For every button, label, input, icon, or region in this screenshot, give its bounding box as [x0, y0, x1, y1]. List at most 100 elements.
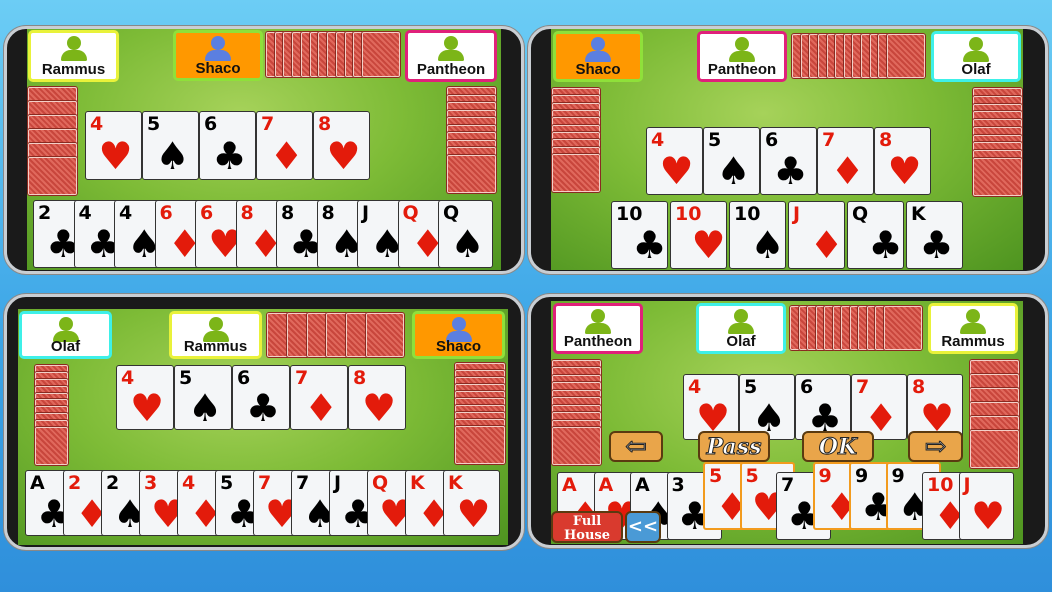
table-card[interactable]: 6 ♣	[232, 365, 290, 430]
player-badge-pantheon: Pantheon	[405, 30, 497, 82]
avatar-head	[58, 317, 73, 331]
table-card[interactable]: 4 ♥	[116, 365, 174, 430]
card-rank: 10	[675, 203, 702, 225]
hand-card[interactable]: Q ♣	[847, 201, 904, 269]
heart-suit-icon: ♥	[130, 386, 165, 430]
rewind-button[interactable]: <<	[625, 511, 661, 543]
player-badge-shaco: Shaco	[173, 30, 263, 81]
opponent-card-backs	[884, 306, 922, 350]
table-card[interactable]: 7 ♦	[256, 111, 313, 180]
card-rank: 2	[68, 472, 82, 494]
hand-card[interactable]: Q ♠	[438, 200, 493, 268]
player-name: Olaf	[50, 338, 81, 355]
table-card[interactable]: 4 ♥	[85, 111, 142, 180]
avatar-icon	[60, 36, 88, 64]
player-name: Rammus	[41, 61, 106, 78]
card-rank: 6	[204, 113, 218, 135]
player-name: Shaco	[575, 61, 621, 78]
right-opponent-card-stack	[455, 426, 505, 464]
table-card[interactable]: 4 ♥	[646, 127, 703, 195]
hand-card[interactable]: 10 ♠	[729, 201, 786, 269]
card-rank: 9	[891, 465, 905, 487]
avatar-head	[211, 36, 225, 50]
card-rank: 10	[927, 474, 954, 496]
player-badge-olaf: Olaf	[696, 303, 786, 354]
card-rank: Q	[372, 472, 389, 494]
hand-card[interactable]: J ♦	[788, 201, 845, 269]
card-rank: 7	[261, 113, 275, 135]
player-badge-shaco: Shaco	[553, 31, 643, 82]
avatar-head	[591, 309, 605, 323]
card-rank: 5	[708, 129, 722, 151]
ok-button[interactable]: OK	[802, 431, 874, 462]
player-name: Shaco	[195, 60, 241, 77]
avatar-head	[444, 36, 458, 50]
card-rank: J	[793, 203, 801, 225]
table-card[interactable]: 7 ♦	[290, 365, 348, 430]
spade-suit-icon: ♠	[155, 133, 190, 178]
card-rank: 8	[321, 202, 335, 224]
hand-card[interactable]: 10 ♥	[670, 201, 727, 269]
card-rank: A	[598, 474, 614, 496]
full-house-button[interactable]: Full House	[551, 511, 623, 543]
card-rank: 2	[38, 202, 52, 224]
card-rank: J	[963, 474, 971, 496]
next-arrow-button[interactable]: ⇨	[908, 431, 963, 462]
card-rank: 4	[651, 129, 665, 151]
diamond-suit-icon: ♦	[304, 386, 339, 430]
table-card[interactable]: 7 ♦	[817, 127, 874, 195]
table-card[interactable]: 5 ♠	[142, 111, 199, 180]
avatar-head	[208, 317, 223, 331]
card-rank: 4	[90, 113, 104, 135]
spade-suit-icon: ♠	[450, 222, 485, 267]
card-rank: Q	[852, 203, 869, 225]
left-opponent-card-stack	[552, 154, 600, 192]
club-suit-icon: ♣	[632, 223, 667, 268]
diamond-suit-icon: ♦	[809, 223, 844, 268]
opponent-card-backs	[306, 313, 329, 357]
player-name: Rammus	[183, 338, 248, 355]
table-card[interactable]: 8 ♥	[874, 127, 931, 195]
card-rank: 8	[912, 376, 926, 398]
left-opponent-card-stack	[28, 157, 77, 195]
card-rank: 7	[296, 472, 310, 494]
card-rank: 3	[671, 474, 685, 496]
card-rank: Q	[443, 202, 460, 224]
prev-arrow-button[interactable]: ⇦	[609, 431, 663, 462]
heart-suit-icon: ♥	[362, 386, 397, 430]
card-rank: 4	[78, 202, 92, 224]
card-rank: K	[410, 472, 425, 494]
opponent-card-backs	[326, 313, 349, 357]
player-name: Pantheon	[707, 61, 777, 78]
hand-card[interactable]: J ♥	[958, 472, 1014, 540]
pass-button[interactable]: Pass	[698, 431, 770, 462]
card-rank: J	[362, 202, 370, 224]
card-rank: 8	[318, 113, 332, 135]
opponent-card-backs	[362, 32, 400, 77]
table-card[interactable]: 5 ♠	[703, 127, 760, 195]
card-rank: A	[635, 474, 650, 496]
card-rank: 9	[818, 465, 832, 487]
avatar-head	[451, 317, 466, 331]
spade-suit-icon: ♠	[716, 149, 751, 194]
heart-suit-icon: ♥	[887, 149, 922, 194]
avatar-head	[734, 309, 748, 323]
table-card[interactable]: 6 ♣	[760, 127, 817, 195]
club-suit-icon: ♣	[919, 223, 954, 268]
hand-card[interactable]: K ♥	[443, 470, 500, 536]
table-card[interactable]: 5 ♠	[174, 365, 232, 430]
card-rank: K	[448, 472, 463, 494]
player-name: Pantheon	[416, 61, 486, 78]
table-card[interactable]: 6 ♣	[199, 111, 256, 180]
card-rank: 5	[744, 376, 758, 398]
table-card[interactable]: 8 ♥	[313, 111, 370, 180]
card-rank: 5	[745, 465, 759, 487]
table-card[interactable]: 8 ♥	[348, 365, 406, 430]
player-name: Olaf	[726, 333, 756, 350]
hand-card[interactable]: K ♣	[906, 201, 963, 269]
avatar-head	[66, 36, 81, 50]
avatar-body	[438, 50, 464, 61]
hand-card[interactable]: 10 ♣	[611, 201, 668, 269]
card-rank: 8	[240, 202, 254, 224]
avatar-head	[966, 309, 980, 323]
